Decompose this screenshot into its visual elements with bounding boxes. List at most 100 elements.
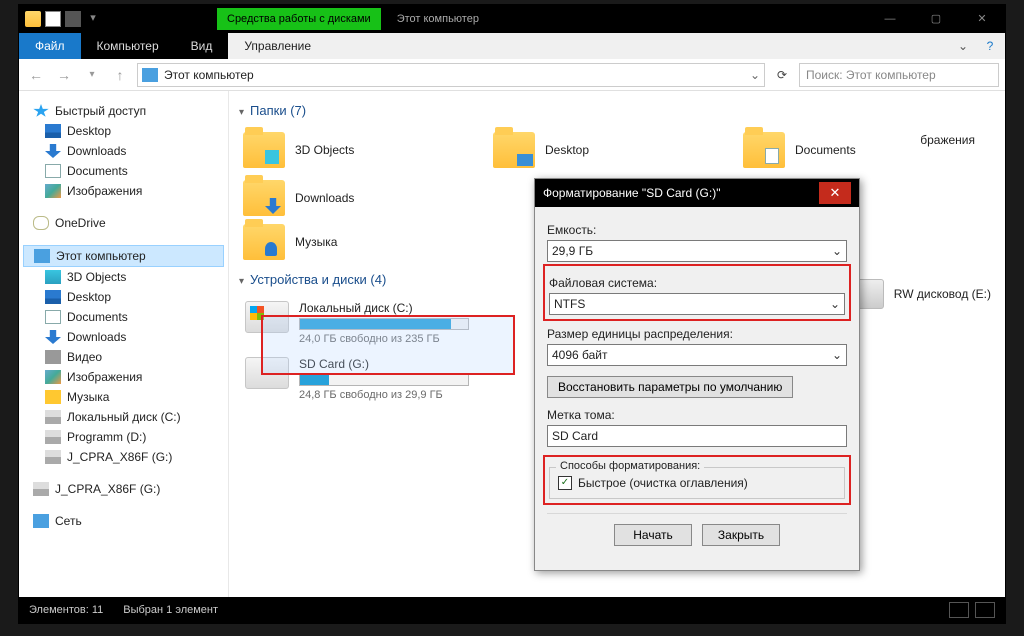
- caret-icon: [239, 272, 246, 287]
- folders-section-header[interactable]: Папки (7): [239, 103, 995, 118]
- close-dialog-button[interactable]: Закрыть: [702, 524, 780, 546]
- file-tab[interactable]: Файл: [19, 33, 81, 59]
- sidebar-item-downloads[interactable]: Downloads: [23, 141, 224, 161]
- chevron-down-icon: [832, 244, 842, 258]
- search-input[interactable]: Поиск: Этот компьютер: [799, 63, 999, 87]
- refresh-button[interactable]: ⟳: [771, 68, 793, 82]
- drive-c[interactable]: Локальный диск (C:) 24,0 ГБ свободно из …: [239, 295, 489, 351]
- cube-icon: [45, 270, 61, 284]
- disk-icon: [45, 430, 61, 444]
- sidebar-item-jcpra-g2[interactable]: J_CPRA_X86F (G:): [23, 479, 224, 499]
- status-bar: Элементов: 11 Выбран 1 элемент: [19, 597, 1005, 623]
- sidebar-item-localdisk-c[interactable]: Локальный диск (C:): [23, 407, 224, 427]
- dialog-titlebar[interactable]: Форматирование "SD Card (G:)" ✕: [535, 179, 859, 207]
- checkbox-icon: ✓: [558, 476, 572, 490]
- sidebar-item-documents2[interactable]: Documents: [23, 307, 224, 327]
- sidebar-item-desktop2[interactable]: Desktop: [23, 287, 224, 307]
- help-button[interactable]: ?: [975, 33, 1005, 59]
- folder-music[interactable]: Музыка: [239, 218, 489, 266]
- sidebar-item-images2[interactable]: Изображения: [23, 367, 224, 387]
- sidebar-item-music[interactable]: Музыка: [23, 387, 224, 407]
- allocation-select[interactable]: 4096 байт: [547, 344, 847, 366]
- sidebar-item-documents[interactable]: Documents: [23, 161, 224, 181]
- document-icon: [45, 164, 61, 178]
- folder-desktop[interactable]: Desktop: [489, 126, 739, 174]
- capacity-bar: [299, 318, 469, 330]
- sidebar-this-pc[interactable]: Этот компьютер: [23, 245, 224, 267]
- address-field[interactable]: Этот компьютер ⌄: [137, 63, 765, 87]
- pc-icon: [142, 68, 158, 82]
- maximize-button[interactable]: ▢: [913, 5, 959, 33]
- tab-manage[interactable]: Управление: [228, 33, 327, 59]
- folder-icon: [493, 132, 535, 168]
- close-button[interactable]: ✕: [959, 5, 1005, 33]
- capacity-bar: [299, 374, 469, 386]
- filesystem-select[interactable]: NTFS: [549, 293, 845, 315]
- drive-g-sdcard[interactable]: SD Card (G:) 24,8 ГБ свободно из 29,9 ГБ: [239, 351, 489, 407]
- tab-computer[interactable]: Компьютер: [81, 33, 175, 59]
- capacity-select[interactable]: 29,9 ГБ: [547, 240, 847, 262]
- sidebar-item-desktop[interactable]: Desktop: [23, 121, 224, 141]
- sidebar-item-video[interactable]: Видео: [23, 347, 224, 367]
- desktop-icon: [45, 290, 61, 304]
- format-methods-group: Способы форматирования: ✓ Быстрое (очист…: [549, 467, 845, 499]
- annotation-highlight: Файловая система: NTFS: [543, 264, 851, 321]
- ribbon-expand-button[interactable]: ⌄: [951, 33, 975, 59]
- allocation-label: Размер единицы распределения:: [547, 327, 847, 341]
- folder-icon: [243, 224, 285, 260]
- view-tiles-button[interactable]: [975, 602, 995, 618]
- drive-rw[interactable]: RW дисковод (E:): [842, 279, 991, 309]
- view-details-button[interactable]: [949, 602, 969, 618]
- disk-icon: [33, 482, 49, 496]
- sidebar-item-jcpra-g[interactable]: J_CPRA_X86F (G:): [23, 447, 224, 467]
- contextual-tab-label: Средства работы с дисками: [217, 8, 381, 30]
- sidebar-network[interactable]: Сеть: [23, 511, 224, 531]
- pc-icon: [34, 249, 50, 263]
- quick-access-toolbar: ▾: [19, 11, 107, 27]
- dropdown-icon[interactable]: ▾: [85, 11, 101, 27]
- recent-button[interactable]: ▾: [81, 64, 103, 86]
- start-button[interactable]: Начать: [614, 524, 692, 546]
- chevron-down-icon[interactable]: ⌄: [750, 68, 760, 82]
- folder-images-clipped: бражения: [920, 133, 975, 147]
- folder-icon: [243, 180, 285, 216]
- app-icon: [25, 11, 41, 27]
- address-text: Этот компьютер: [164, 68, 744, 82]
- folder-downloads[interactable]: Downloads: [239, 174, 489, 222]
- sidebar-item-downloads2[interactable]: Downloads: [23, 327, 224, 347]
- dialog-close-button[interactable]: ✕: [819, 182, 851, 204]
- properties-icon[interactable]: [45, 11, 61, 27]
- video-icon: [45, 350, 61, 364]
- restore-defaults-button[interactable]: Восстановить параметры по умолчанию: [547, 376, 793, 398]
- star-icon: [33, 104, 49, 118]
- sidebar-quick-access[interactable]: Быстрый доступ: [23, 101, 224, 121]
- format-dialog: Форматирование "SD Card (G:)" ✕ Емкость:…: [534, 178, 860, 571]
- back-button[interactable]: ←: [25, 64, 47, 86]
- volume-label-input[interactable]: SD Card: [547, 425, 847, 447]
- quick-format-checkbox[interactable]: ✓ Быстрое (очистка оглавления): [558, 476, 836, 490]
- chevron-down-icon: [830, 297, 840, 311]
- desktop-icon: [45, 124, 61, 138]
- navigation-sidebar: Быстрый доступ Desktop Downloads Documen…: [19, 91, 229, 597]
- tab-view[interactable]: Вид: [175, 33, 229, 59]
- disk-icon: [45, 450, 61, 464]
- filesystem-label: Файловая система:: [549, 276, 845, 290]
- music-icon: [45, 390, 61, 404]
- download-icon: [45, 330, 61, 344]
- new-folder-icon[interactable]: [65, 11, 81, 27]
- up-button[interactable]: ↑: [109, 64, 131, 86]
- pictures-icon: [45, 184, 61, 198]
- minimize-button[interactable]: —: [867, 5, 913, 33]
- disk-icon: [45, 410, 61, 424]
- sidebar-item-3d[interactable]: 3D Objects: [23, 267, 224, 287]
- sidebar-item-programm-d[interactable]: Programm (D:): [23, 427, 224, 447]
- capacity-fill: [300, 319, 451, 329]
- drive-icon: [245, 301, 289, 333]
- folder-3d-objects[interactable]: 3D Objects: [239, 126, 489, 174]
- folder-icon: [243, 132, 285, 168]
- dialog-title: Форматирование "SD Card (G:)": [543, 186, 720, 200]
- sidebar-onedrive[interactable]: OneDrive: [23, 213, 224, 233]
- forward-button[interactable]: →: [53, 64, 75, 86]
- sidebar-item-images[interactable]: Изображения: [23, 181, 224, 201]
- capacity-label: Емкость:: [547, 223, 847, 237]
